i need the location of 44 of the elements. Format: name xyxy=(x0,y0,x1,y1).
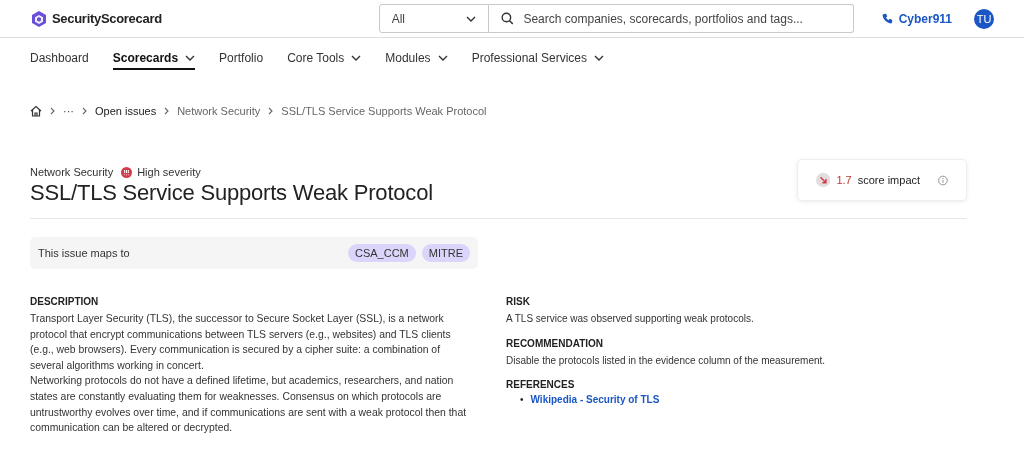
nav-tab[interactable]: Scorecards xyxy=(112,46,196,70)
section-heading: RECOMMENDATION xyxy=(506,337,605,349)
phone-link[interactable]: Cyber911 xyxy=(881,11,952,26)
nav-tab[interactable]: Core Tools xyxy=(287,46,362,70)
user-avatar[interactable]: TU xyxy=(974,8,994,29)
issue-title: SSL/TLS Service Supports Weak Protocol xyxy=(30,180,433,206)
breadcrumb-link[interactable]: Open issues xyxy=(95,105,157,117)
section-text: Disable the protocols listed in the evidence column of the measurement. xyxy=(506,353,827,368)
nav-tab[interactable]: Portfolio xyxy=(219,46,264,70)
logo[interactable]: SecurityScorecard xyxy=(30,9,162,28)
search-icon xyxy=(500,12,514,25)
impact-value: 1.7 xyxy=(836,174,852,186)
hexagon-logo-icon xyxy=(30,9,48,28)
nav-tab[interactable]: Modules xyxy=(385,46,448,70)
breadcrumb-item: SSL/TLS Service Supports Weak Protocol xyxy=(281,105,487,117)
mapping-label: This issue maps to xyxy=(38,247,130,259)
description-paragraph: Networking protocols do not have a defined lifetime, but academics, researchers, and nation states are constantly evaluating them for weaknesses. Consensus on which protocols are untrustworthy evolves over time, and if communications are sent with a weak protocol then that communication can be altered or decrypted. xyxy=(30,374,468,436)
section-heading: REFERENCES xyxy=(506,379,576,391)
impact-label: score impact xyxy=(857,174,921,186)
description-paragraph: Transport Layer Security (TLS), the successor to Secure Socket Layer (SSL), is a network protocol that encrypt communications between TLS servers (e.g., websites) and TLS clients (e.g., web browsers). Every communication is secured by a cipher suite: a combination of several algorithms working in concert. xyxy=(30,312,452,373)
nav-tab[interactable]: Professional Services xyxy=(471,46,604,70)
search-field[interactable]: Search companies, scorecards, portfolios and tags... xyxy=(488,4,854,33)
chevron-right-icon xyxy=(50,107,55,115)
section-heading: RISK xyxy=(506,296,531,307)
reference-link[interactable]: Wikipedia - Security of TLS xyxy=(530,394,660,406)
severity-label: High severity xyxy=(137,166,201,178)
alert-icon xyxy=(121,166,133,178)
section-text: A TLS service was observed supporting weak protocols. xyxy=(506,312,755,326)
chevron-right-icon xyxy=(164,107,170,115)
home-icon[interactable] xyxy=(30,105,42,117)
breadcrumb-item: Network Security xyxy=(177,105,261,117)
chevron-down-icon xyxy=(465,15,476,22)
nav-tab[interactable]: Dashboard xyxy=(30,46,89,70)
chevron-right-icon xyxy=(268,107,274,115)
scope-dropdown[interactable]: All xyxy=(378,4,489,33)
section-heading: DESCRIPTION xyxy=(30,296,100,307)
bullet: • xyxy=(520,394,524,406)
more-breadcrumb[interactable]: ··· xyxy=(63,105,74,117)
phone-icon xyxy=(881,13,893,24)
framework-tag[interactable]: CSA_CCM xyxy=(347,244,416,262)
chevron-right-icon xyxy=(82,107,87,115)
framework-tag[interactable]: MITRE xyxy=(421,244,470,262)
category-label: Network Security xyxy=(30,166,114,178)
arrow-down-right-icon xyxy=(816,172,831,188)
